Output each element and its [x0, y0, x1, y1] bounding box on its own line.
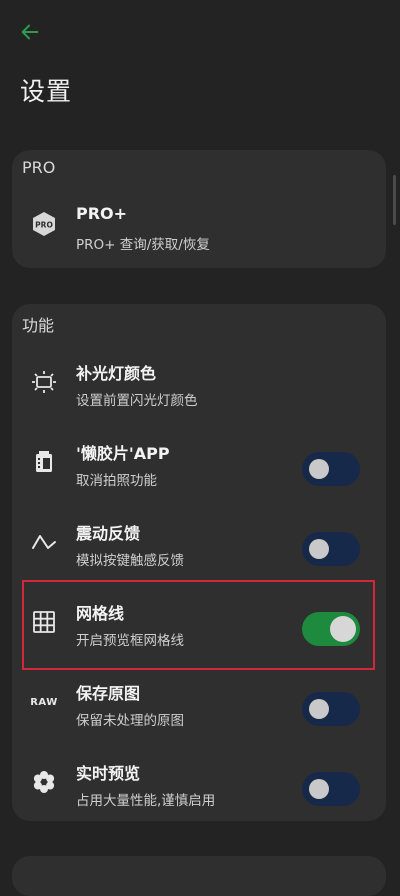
section-title-pro: PRO: [22, 158, 56, 177]
arrow-left-icon: [21, 24, 39, 40]
pro-card: PRO PRO PRO+ PRO+ 查询/获取/恢复: [12, 150, 386, 268]
section-title-functions: 功能: [22, 316, 55, 335]
raw-icon: RAW: [30, 696, 58, 708]
settings-row-grid-lines[interactable]: 网格线 开启预览框网格线: [12, 584, 386, 662]
scrollbar[interactable]: [393, 175, 396, 225]
fill-light-icon: [28, 366, 60, 398]
back-button[interactable]: [12, 14, 48, 50]
setting-description: 保留未处理的原图: [76, 713, 184, 729]
lazy-film-toggle[interactable]: [302, 452, 360, 486]
setting-title: 实时预览: [76, 764, 141, 783]
toggle-knob: [309, 699, 329, 719]
toggle-knob: [309, 459, 329, 479]
settings-flower-icon: [28, 766, 60, 798]
pro-hexagon-icon: PRO: [28, 208, 60, 240]
save-original-toggle[interactable]: [302, 692, 360, 726]
setting-title: 震动反馈: [76, 524, 141, 543]
toggle-knob: [309, 779, 329, 799]
page-title: 设置: [20, 77, 73, 106]
vibration-wave-icon: [28, 526, 60, 558]
vibration-toggle[interactable]: [302, 532, 360, 566]
next-card-partial: [12, 856, 386, 896]
setting-title: 补光灯颜色: [76, 364, 157, 383]
settings-row-fill-light-color[interactable]: 补光灯颜色 设置前置闪光灯颜色: [12, 344, 386, 422]
svg-text:PRO: PRO: [35, 221, 53, 230]
setting-description: 模拟按键触感反馈: [76, 553, 184, 569]
settings-row-live-preview[interactable]: 实时预览 占用大量性能,谨慎启用: [12, 744, 386, 821]
setting-description: 设置前置闪光灯颜色: [76, 393, 198, 409]
settings-row-lazy-film-app[interactable]: '懒胶片'APP 取消拍照功能: [12, 424, 386, 502]
live-preview-toggle[interactable]: [302, 772, 360, 806]
top-bar: [0, 0, 400, 64]
functions-card: 功能 补光灯颜色 设置前置闪光灯颜色 '懒胶片'APP 取消拍照功能 震动反馈 …: [12, 304, 386, 821]
film-icon: [28, 446, 60, 478]
setting-description: 开启预览框网格线: [76, 633, 184, 649]
settings-row-pro-plus[interactable]: PRO PRO+ PRO+ 查询/获取/恢复: [12, 188, 386, 266]
grid-icon: [28, 606, 60, 638]
setting-title: 保存原图: [76, 684, 141, 703]
settings-row-save-original[interactable]: RAW 保存原图 保留未处理的原图: [12, 664, 386, 742]
toggle-knob: [309, 539, 329, 559]
settings-row-vibration-feedback[interactable]: 震动反馈 模拟按键触感反馈: [12, 504, 386, 582]
toggle-knob: [330, 616, 356, 642]
setting-description: 取消拍照功能: [76, 473, 157, 489]
grid-lines-toggle[interactable]: [302, 612, 360, 646]
setting-description: PRO+ 查询/获取/恢复: [76, 237, 210, 253]
setting-title: '懒胶片'APP: [76, 444, 170, 463]
setting-title: 网格线: [76, 604, 125, 623]
setting-description: 占用大量性能,谨慎启用: [76, 793, 216, 809]
setting-title: PRO+: [76, 204, 128, 223]
